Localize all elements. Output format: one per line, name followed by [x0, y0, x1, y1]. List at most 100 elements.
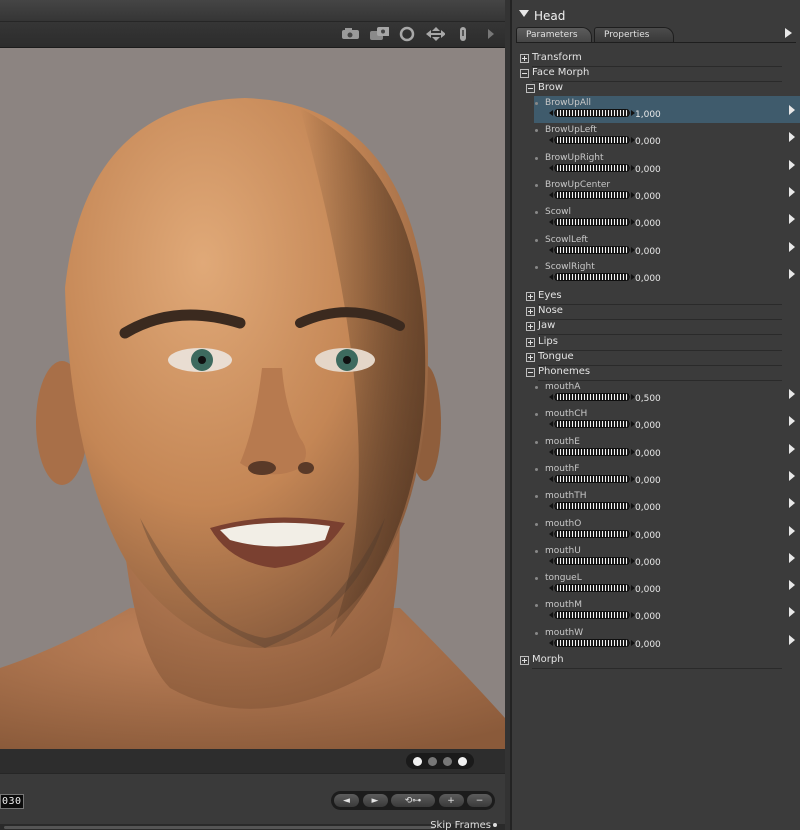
- param-dial[interactable]: [549, 109, 635, 117]
- param-tongueL[interactable]: tongueL 0,000: [534, 571, 800, 598]
- param-mouthM[interactable]: mouthM 0,000: [534, 598, 800, 625]
- param-ScowlLeft[interactable]: ScowlLeft 0,000: [534, 233, 800, 260]
- expand-icon[interactable]: [520, 54, 529, 63]
- group-tongue[interactable]: Tongue: [516, 351, 792, 366]
- param-value[interactable]: 0,000: [635, 585, 661, 595]
- more-controls-icon[interactable]: [481, 26, 501, 42]
- group-eyes[interactable]: Eyes: [516, 290, 792, 305]
- next-key-button[interactable]: ►: [362, 794, 388, 807]
- param-BrowUpCenter[interactable]: BrowUpCenter 0,000: [534, 178, 800, 205]
- param-value[interactable]: 0,000: [635, 558, 661, 568]
- move-icon[interactable]: [425, 26, 445, 42]
- param-value[interactable]: 0,500: [635, 394, 661, 404]
- param-dial[interactable]: [549, 502, 635, 511]
- skip-frames-toggle[interactable]: Skip Frames: [430, 820, 497, 830]
- group-phonemes[interactable]: Phonemes: [516, 366, 792, 381]
- param-dial[interactable]: [549, 638, 635, 647]
- camera-dot-4[interactable]: [458, 756, 467, 766]
- collapse-triangle-icon[interactable]: [519, 10, 529, 17]
- param-dial[interactable]: [549, 190, 635, 199]
- add-key-button[interactable]: +: [438, 794, 464, 807]
- camera-icon[interactable]: [341, 26, 361, 42]
- param-dial[interactable]: [549, 529, 635, 538]
- tab-parameters[interactable]: Parameters: [516, 27, 592, 42]
- param-menu-arrow-icon[interactable]: [789, 389, 795, 399]
- param-dial[interactable]: [549, 272, 635, 281]
- param-menu-arrow-icon[interactable]: [789, 525, 795, 536]
- param-value[interactable]: 0,000: [635, 612, 661, 622]
- param-dial[interactable]: [549, 474, 635, 483]
- param-menu-arrow-icon[interactable]: [789, 132, 795, 143]
- param-value[interactable]: 0,000: [635, 421, 661, 431]
- param-BrowUpAll[interactable]: BrowUpAll 1,000: [534, 96, 800, 123]
- param-value[interactable]: 0,000: [635, 274, 661, 284]
- param-menu-arrow-icon[interactable]: [789, 241, 795, 252]
- param-value[interactable]: 0,000: [635, 192, 661, 202]
- param-menu-arrow-icon[interactable]: [789, 214, 795, 225]
- param-value[interactable]: 0,000: [635, 531, 661, 541]
- param-mouthA[interactable]: mouthA 0,500: [534, 380, 800, 407]
- prev-key-button[interactable]: ◄: [334, 794, 359, 807]
- expand-icon[interactable]: [520, 656, 529, 665]
- collapse-icon[interactable]: [526, 368, 535, 377]
- param-menu-arrow-icon[interactable]: [789, 105, 795, 115]
- param-menu-arrow-icon[interactable]: [789, 498, 795, 509]
- param-mouthCH[interactable]: mouthCH 0,000: [534, 407, 800, 434]
- expand-icon[interactable]: [526, 353, 535, 362]
- param-value[interactable]: 1,000: [635, 110, 661, 120]
- rotate-icon[interactable]: [397, 26, 417, 42]
- param-mouthO[interactable]: mouthO 0,000: [534, 517, 800, 544]
- group-morph[interactable]: Morph: [516, 654, 792, 669]
- collapse-icon[interactable]: [526, 84, 535, 93]
- camera-dot-3[interactable]: [443, 756, 452, 766]
- param-value[interactable]: 0,000: [635, 476, 661, 486]
- param-value[interactable]: 0,000: [635, 640, 661, 650]
- param-dial[interactable]: [549, 420, 635, 429]
- param-value[interactable]: 0,000: [635, 137, 661, 147]
- param-ScowlRight[interactable]: ScowlRight 0,000: [534, 260, 800, 287]
- param-menu-arrow-icon[interactable]: [789, 416, 795, 427]
- param-menu-arrow-icon[interactable]: [789, 552, 795, 563]
- collapse-icon[interactable]: [520, 69, 529, 78]
- expand-icon[interactable]: [526, 322, 535, 331]
- expand-icon[interactable]: [526, 292, 535, 301]
- param-menu-arrow-icon[interactable]: [789, 443, 795, 454]
- param-Scowl[interactable]: Scowl 0,000: [534, 205, 800, 232]
- 3d-viewport[interactable]: [0, 48, 505, 749]
- param-value[interactable]: 0,000: [635, 247, 661, 257]
- panel-menu-icon[interactable]: [785, 28, 792, 38]
- camera-dot-1[interactable]: [413, 756, 422, 766]
- param-menu-arrow-icon[interactable]: [789, 159, 795, 170]
- param-value[interactable]: 0,000: [635, 449, 661, 459]
- group-nose[interactable]: Nose: [516, 305, 792, 320]
- keyframe-button[interactable]: ⟲⊶: [391, 794, 435, 807]
- zoom-icon[interactable]: [453, 26, 473, 42]
- param-dial[interactable]: [549, 611, 635, 620]
- param-BrowUpRight[interactable]: BrowUpRight 0,000: [534, 151, 800, 178]
- param-value[interactable]: 0,000: [635, 503, 661, 513]
- expand-icon[interactable]: [526, 307, 535, 316]
- param-dial[interactable]: [549, 245, 635, 254]
- expand-icon[interactable]: [526, 338, 535, 347]
- group-jaw[interactable]: Jaw: [516, 320, 792, 335]
- frame-counter[interactable]: 030: [0, 794, 24, 809]
- param-dial[interactable]: [549, 584, 635, 593]
- param-mouthTH[interactable]: mouthTH 0,000: [534, 489, 800, 516]
- param-mouthE[interactable]: mouthE 0,000: [534, 435, 800, 462]
- param-value[interactable]: 0,000: [635, 219, 661, 229]
- param-dial[interactable]: [549, 556, 635, 565]
- group-face-morph[interactable]: Face Morph: [516, 67, 792, 82]
- tab-properties[interactable]: Properties: [594, 27, 674, 42]
- param-menu-arrow-icon[interactable]: [789, 607, 795, 618]
- param-mouthW[interactable]: mouthW 0,000: [534, 626, 800, 653]
- param-mouthU[interactable]: mouthU 0,000: [534, 544, 800, 571]
- param-menu-arrow-icon[interactable]: [789, 268, 795, 279]
- param-mouthF[interactable]: mouthF 0,000: [534, 462, 800, 489]
- param-dial[interactable]: [549, 218, 635, 227]
- remove-key-button[interactable]: −: [467, 794, 492, 807]
- param-dial[interactable]: [549, 393, 635, 401]
- group-lips[interactable]: Lips: [516, 336, 792, 351]
- param-menu-arrow-icon[interactable]: [789, 470, 795, 481]
- camera-dot-2[interactable]: [428, 756, 437, 766]
- param-menu-arrow-icon[interactable]: [789, 186, 795, 197]
